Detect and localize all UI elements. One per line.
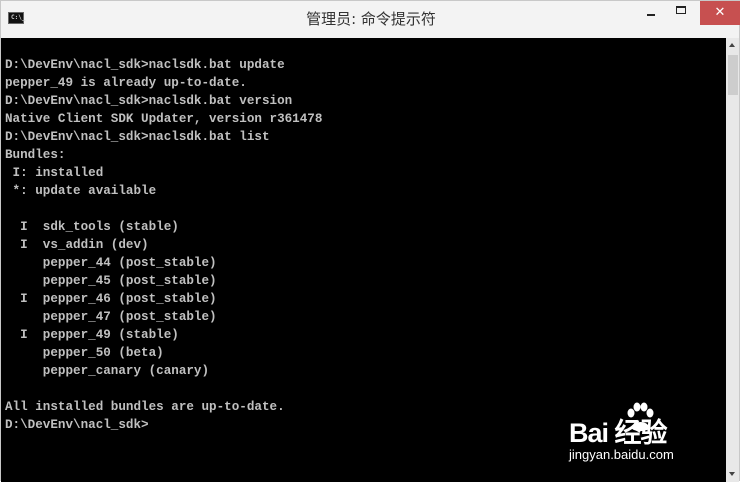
console-line: pepper_49 is already up-to-date. [5,76,247,90]
watermark-url: jingyan.baidu.com [569,447,674,462]
console-line: D:\DevEnv\nacl_sdk> [5,418,149,432]
minimize-icon [647,14,655,16]
console-line: pepper_44 (post_stable) [5,256,217,270]
close-button[interactable]: ✕ [700,1,740,25]
console-line: I: installed [5,166,104,180]
console-text: D:\DevEnv\nacl_sdk>naclsdk.bat update pe… [1,38,726,434]
scroll-thumb[interactable] [728,55,738,95]
baidu-paw-icon [627,402,654,431]
console-line: D:\DevEnv\nacl_sdk>naclsdk.bat version [5,94,293,108]
title-bar[interactable]: C:\_ 管理员: 命令提示符 ✕ [1,1,740,38]
console-line: I pepper_49 (stable) [5,328,179,342]
console-line: I vs_addin (dev) [5,238,149,252]
console-line: Bundles: [5,148,66,162]
console-line: pepper_50 (beta) [5,346,164,360]
minimize-button[interactable] [638,1,664,25]
console-line: Native Client SDK Updater, version r3614… [5,112,323,126]
console-line: I pepper_46 (post_stable) [5,292,217,306]
maximize-icon [676,6,686,14]
console-line: All installed bundles are up-to-date. [5,400,285,414]
baidu-jingyan-watermark: Bai 经验 jingyan.baidu.com [567,399,707,469]
console-window: C:\_ 管理员: 命令提示符 ✕ D:\DevEnv\nacl_sdk>nac… [0,0,740,482]
vertical-scrollbar[interactable] [726,38,739,482]
scroll-up-arrow-icon[interactable] [726,38,739,52]
console-line: pepper_47 (post_stable) [5,310,217,324]
console-line: *: update available [5,184,157,198]
console-line: pepper_canary (canary) [5,364,210,378]
scroll-down-arrow-icon[interactable] [726,468,739,482]
console-line: D:\DevEnv\nacl_sdk>naclsdk.bat update [5,58,285,72]
close-icon: ✕ [714,5,726,20]
maximize-button[interactable] [669,1,695,25]
console-line: pepper_45 (post_stable) [5,274,217,288]
console-line: D:\DevEnv\nacl_sdk>naclsdk.bat list [5,130,270,144]
console-line: I sdk_tools (stable) [5,220,179,234]
window-title: 管理员: 命令提示符 [306,10,436,28]
